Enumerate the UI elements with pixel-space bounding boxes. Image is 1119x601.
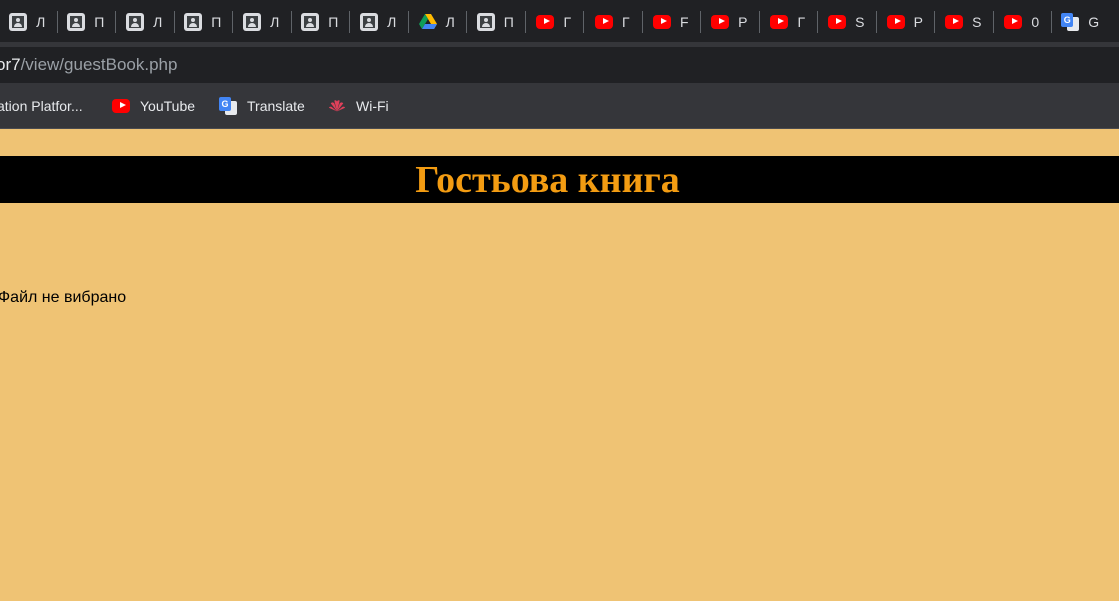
google-translate-icon: G (1061, 12, 1080, 31)
tab-title: П (94, 13, 105, 30)
browser-tab[interactable]: GG (1051, 0, 1110, 43)
bookmarks-bar: ation Platfor... YouTube G Translate Wi-… (0, 83, 1119, 129)
tab-title: Р (738, 13, 748, 30)
browser-tab[interactable]: Л (407, 0, 467, 43)
account-icon (126, 12, 145, 31)
tab-title: G (1088, 13, 1100, 30)
tab-title: Л (445, 13, 455, 30)
account-icon (9, 12, 28, 31)
account-icon (184, 12, 203, 31)
account-icon (67, 12, 86, 31)
browser-tab[interactable]: S (934, 0, 993, 43)
bookmark-label: ation Platfor... (0, 97, 83, 114)
youtube-icon (594, 13, 613, 31)
url-path: /view/guestBook.php (20, 55, 178, 74)
tab-title: Л (153, 13, 163, 30)
browser-tab[interactable]: Г (583, 0, 642, 43)
tab-list: Л П Л П Л П Л Л П Г Г F Р Г S Р S 0 GG (0, 0, 1119, 43)
browser-tab[interactable]: Г (758, 0, 818, 43)
youtube-icon (536, 13, 555, 31)
youtube-icon (886, 13, 905, 31)
tab-title: 0 (1031, 13, 1040, 30)
title-banner: Гостьова книга (0, 156, 1119, 203)
youtube-icon (711, 13, 730, 31)
browser-tab[interactable]: Л (0, 0, 57, 43)
bookmark-youtube[interactable]: YouTube (112, 83, 195, 128)
bookmark-platform[interactable]: ation Platfor... (0, 83, 83, 128)
google-translate-icon: G (219, 96, 237, 115)
tab-title: Л (387, 13, 397, 30)
browser-tab[interactable]: F (641, 0, 701, 43)
browser-tab[interactable]: Л (115, 0, 174, 43)
account-icon (301, 12, 320, 31)
youtube-icon (1004, 13, 1023, 31)
browser-tab[interactable]: П (56, 0, 116, 43)
huawei-icon (328, 97, 346, 115)
browser-tab[interactable]: П (173, 0, 233, 43)
browser-tab[interactable]: Р (875, 0, 935, 43)
bookmark-label: YouTube (140, 97, 196, 114)
browser-tab[interactable]: Г (524, 0, 584, 43)
tab-title: S (972, 13, 982, 30)
bookmark-label: Wi-Fi (356, 97, 389, 114)
url-text[interactable]: or7/view/guestBook.php (0, 55, 177, 75)
tab-title: П (328, 13, 339, 30)
bookmark-wifi[interactable]: Wi-Fi (328, 83, 389, 128)
tab-title: П (211, 13, 222, 30)
account-icon (243, 12, 262, 31)
browser-tab[interactable]: Р (700, 0, 759, 43)
youtube-icon (652, 13, 671, 31)
browser-tab[interactable]: Л (349, 0, 408, 43)
browser-tab[interactable]: П (290, 0, 350, 43)
youtube-icon (945, 13, 964, 31)
bookmark-label: Translate (247, 97, 305, 114)
youtube-icon (828, 13, 847, 31)
browser-tab[interactable]: П (466, 0, 525, 43)
google-drive-icon (418, 13, 437, 31)
url-host: or7 (0, 55, 21, 74)
youtube-icon (112, 97, 130, 115)
browser-tab[interactable]: S (817, 0, 876, 43)
page-title: Гостьова книга (415, 158, 680, 201)
account-icon (476, 12, 495, 31)
browser-tab[interactable]: Л (232, 0, 291, 43)
tab-title: П (503, 13, 514, 30)
tab-title: Г (621, 13, 630, 30)
tab-title: S (855, 13, 865, 30)
account-icon (360, 12, 379, 31)
tab-title: Л (270, 13, 280, 30)
tab-title: Г (563, 13, 572, 30)
file-input-status[interactable]: Файл не вибрано (0, 289, 126, 307)
tab-title: Р (913, 13, 923, 30)
address-bar[interactable]: or7/view/guestBook.php (0, 47, 1119, 83)
browser-tab[interactable]: 0 (992, 0, 1052, 43)
youtube-icon (770, 13, 789, 31)
tab-strip: Л П Л П Л П Л Л П Г Г F Р Г S Р S 0 GG (0, 0, 1119, 43)
tab-title: Л (36, 13, 46, 30)
bookmark-translate[interactable]: G Translate (219, 83, 305, 128)
tab-title: Г (797, 13, 806, 30)
tab-title: F (679, 13, 689, 30)
